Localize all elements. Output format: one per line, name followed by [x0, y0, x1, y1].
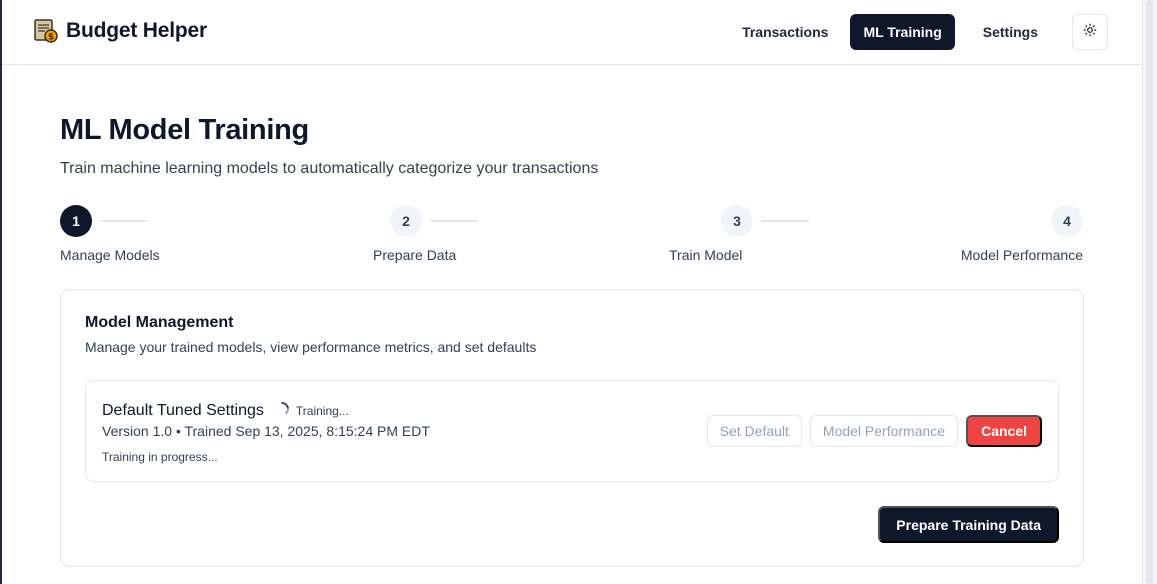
- page-scrollbar[interactable]: [1142, 0, 1157, 584]
- scrollbar-thumb[interactable]: [1146, 0, 1153, 584]
- model-performance-button[interactable]: Model Performance: [809, 415, 959, 447]
- step-label: Prepare Data: [373, 247, 457, 263]
- card-description: Manage your trained models, view perform…: [85, 339, 537, 355]
- card-title: Model Management: [85, 314, 234, 331]
- step-connector: [430, 220, 478, 222]
- model-status: Training in progress...: [102, 450, 218, 464]
- training-badge-label: Training...: [295, 403, 349, 418]
- theme-toggle-button[interactable]: [1072, 14, 1108, 50]
- step-label: Manage Models: [60, 247, 160, 263]
- step-model-performance[interactable]: 4 Model Performance: [961, 205, 1083, 263]
- page-title: ML Model Training: [60, 114, 309, 146]
- top-header: $ Budget Helper Transactions ML Training…: [2, 0, 1142, 65]
- model-actions: Set Default Model Performance Cancel: [706, 415, 1042, 447]
- page-subtitle: Train machine learning models to automat…: [60, 160, 599, 177]
- sun-icon: [1083, 23, 1097, 42]
- prepare-training-data-button[interactable]: Prepare Training Data: [878, 506, 1059, 543]
- window-edge: [0, 0, 2, 584]
- model-item: Default Tuned Settings Training... Versi…: [85, 380, 1059, 482]
- model-meta: Version 1.0 • Trained Sep 13, 2025, 8:15…: [102, 423, 430, 439]
- training-stepper: 1 Manage Models 2 Prepare Data 3 Train M…: [60, 205, 1084, 265]
- training-badge: Training...: [274, 401, 349, 420]
- step-label: Train Model: [669, 247, 743, 263]
- spinner-icon: [274, 401, 290, 420]
- nav-ml-training[interactable]: ML Training: [850, 14, 955, 50]
- svg-text:$: $: [48, 33, 54, 43]
- main-nav: Transactions ML Training Settings: [728, 14, 1108, 50]
- brand[interactable]: $ Budget Helper: [34, 18, 207, 44]
- nav-settings[interactable]: Settings: [969, 14, 1052, 50]
- step-number: 1: [60, 205, 92, 237]
- set-default-button[interactable]: Set Default: [706, 415, 802, 447]
- model-management-card: Model Management Manage your trained mod…: [60, 289, 1084, 567]
- nav-transactions[interactable]: Transactions: [728, 14, 842, 50]
- step-manage-models[interactable]: 1 Manage Models: [60, 205, 160, 263]
- step-number: 3: [721, 205, 753, 237]
- step-train-model[interactable]: 3 Train Model: [669, 205, 753, 263]
- step-connector: [761, 220, 809, 222]
- step-prepare-data[interactable]: 2 Prepare Data: [373, 205, 456, 263]
- app-title: Budget Helper: [66, 19, 207, 42]
- step-label: Model Performance: [960, 247, 1083, 263]
- step-number: 2: [390, 205, 422, 237]
- step-connector: [100, 220, 148, 222]
- model-name-line: Default Tuned Settings Training...: [102, 401, 349, 420]
- step-number: 4: [1051, 205, 1083, 237]
- ledger-money-icon: $: [34, 18, 58, 44]
- model-name: Default Tuned Settings: [102, 401, 264, 419]
- cancel-button[interactable]: Cancel: [966, 415, 1042, 447]
